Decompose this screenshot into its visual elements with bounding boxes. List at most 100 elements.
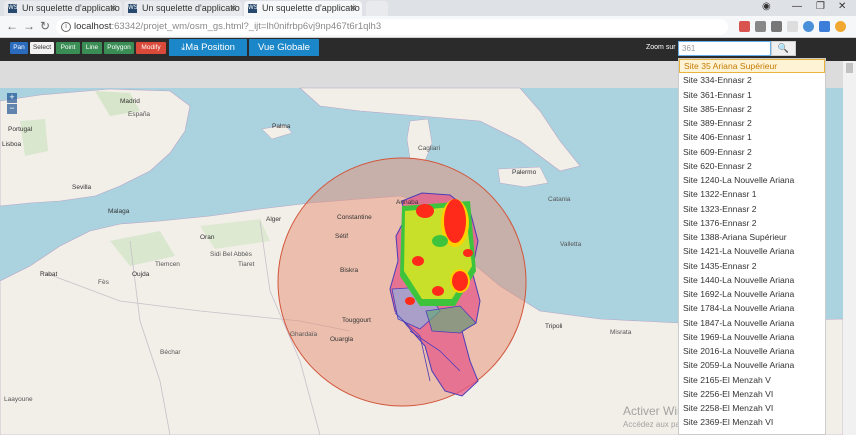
map-label: España <box>128 111 151 118</box>
webstorm-icon: WS <box>8 4 18 13</box>
map-label: Catania <box>548 196 571 203</box>
minimize-icon[interactable]: — <box>792 1 802 12</box>
bookmark-star-icon[interactable] <box>787 21 798 32</box>
map-label: Malaga <box>108 208 130 215</box>
point-button[interactable]: Point <box>56 42 80 54</box>
map-label: Lisboa <box>2 141 22 148</box>
url-path: :63342/projet_wm/osm_gs.html?_ijt=lh0nif… <box>111 21 382 32</box>
autocomplete-item[interactable]: Site 2258-El Menzah VI <box>679 401 825 415</box>
autocomplete-item[interactable]: Site 1323-Ennasr 2 <box>679 202 825 216</box>
browser-tab-3[interactable]: WS Un squelette d'applicatio ✕ <box>244 1 362 16</box>
browser-tab-2[interactable]: WS Un squelette d'applicatio ✕ <box>124 1 242 16</box>
vue-globale-button[interactable]: Vue Globale <box>249 39 319 56</box>
autocomplete-item[interactable]: Site 1376-Ennasr 2 <box>679 216 825 230</box>
webstorm-icon: WS <box>248 4 258 13</box>
autocomplete-item[interactable]: Site 1322-Ennasr 1 <box>679 187 825 201</box>
autocomplete-item[interactable]: Site 1847-La Nouvelle Ariana <box>679 316 825 330</box>
autocomplete-item[interactable]: Site 385-Ennasr 2 <box>679 102 825 116</box>
autocomplete-item[interactable]: Site 1435-Ennasr 2 <box>679 259 825 273</box>
autocomplete-item[interactable]: Site 2059-La Nouvelle Ariana <box>679 358 825 372</box>
page-scrollbar[interactable] <box>843 61 856 435</box>
new-tab-button[interactable] <box>366 1 388 16</box>
select-button[interactable]: Select <box>30 42 54 54</box>
url-host: localhost <box>74 21 112 32</box>
autocomplete-item[interactable]: Site 2427-El Menzah VI <box>679 430 825 435</box>
maximize-icon[interactable]: ❐ <box>816 1 825 12</box>
map-label: Valletta <box>560 241 582 248</box>
map-label: Tripoli <box>545 323 563 330</box>
info-icon[interactable]: i <box>61 22 71 32</box>
profile-icon[interactable]: ◉ <box>762 1 771 12</box>
autocomplete-item[interactable]: Site 406-Ennasr 1 <box>679 130 825 144</box>
autocomplete-item[interactable]: Site 334-Ennasr 2 <box>679 73 825 87</box>
close-icon[interactable]: ✕ <box>109 1 117 15</box>
tab-title: Un squelette d'applicatio <box>22 3 120 13</box>
autocomplete-item[interactable]: Site 1421-La Nouvelle Ariana <box>679 244 825 258</box>
autocomplete-item[interactable]: Site 2369-El Menzah VI <box>679 415 825 429</box>
zoom-label: Zoom sur <box>646 44 676 51</box>
window-close-icon[interactable]: ✕ <box>838 1 846 12</box>
autocomplete-item[interactable]: Site 2016-La Nouvelle Ariana <box>679 344 825 358</box>
map-label: Cagliari <box>418 145 441 152</box>
translate-icon[interactable] <box>739 21 750 32</box>
autocomplete-item[interactable]: Site 620-Ennasr 2 <box>679 159 825 173</box>
zoom-icon[interactable] <box>755 21 766 32</box>
line-button[interactable]: Line <box>82 42 102 54</box>
extension-icon[interactable] <box>771 21 782 32</box>
ma-position-label: Ma Position <box>185 42 235 53</box>
map-label: Annaba <box>396 199 419 206</box>
webstorm-icon: WS <box>128 4 138 13</box>
map-label: Ouargla <box>330 336 354 343</box>
map-label: Sevilla <box>72 184 92 191</box>
autocomplete-item[interactable]: Site 361-Ennasr 1 <box>679 88 825 102</box>
autocomplete-item[interactable]: Site 1692-La Nouvelle Ariana <box>679 287 825 301</box>
search-icon: 🔍 <box>777 43 790 53</box>
extension-icon[interactable] <box>803 21 814 32</box>
map-label: Misrata <box>610 329 632 336</box>
extension-icon[interactable] <box>819 21 830 32</box>
url-field[interactable]: i localhost:63342/projet_wm/osm_gs.html?… <box>56 19 728 35</box>
autocomplete-item[interactable]: Site 1969-La Nouvelle Ariana <box>679 330 825 344</box>
map-label: Sétif <box>335 233 349 240</box>
map-label: Tiaret <box>238 261 255 268</box>
map-label: Palermo <box>512 169 537 176</box>
pan-button[interactable]: Pan <box>10 42 28 54</box>
back-icon[interactable]: ← <box>6 19 18 33</box>
map-label: Alger <box>266 216 282 223</box>
autocomplete-item[interactable]: Site 389-Ennasr 2 <box>679 116 825 130</box>
map-label: Laayoune <box>4 396 33 403</box>
zoom-in-button[interactable]: + <box>7 93 17 103</box>
autocomplete-item[interactable]: Site 1388-Ariana Supérieur <box>679 230 825 244</box>
browser-tab-1[interactable]: WS Un squelette d'applicatio ✕ <box>4 1 122 16</box>
zoom-search-input[interactable]: 361 <box>678 41 771 56</box>
address-bar: ← → ↻ i localhost:63342/projet_wm/osm_gs… <box>0 16 856 38</box>
map-label: Oujda <box>132 271 150 278</box>
menu-icon[interactable] <box>835 21 846 32</box>
map-label: Biskra <box>340 267 359 274</box>
modify-button[interactable]: Modify <box>136 42 166 54</box>
scrollbar-thumb[interactable] <box>846 63 853 73</box>
zoom-out-button[interactable]: − <box>7 104 17 114</box>
autocomplete-item[interactable]: Site 1784-La Nouvelle Ariana <box>679 301 825 315</box>
forward-icon[interactable]: → <box>23 19 35 33</box>
browser-tab-bar: WS Un squelette d'applicatio ✕ WS Un squ… <box>0 0 856 16</box>
ma-position-button[interactable]: ⤓Ma Position <box>169 39 247 56</box>
map-label: Rabat <box>40 271 58 278</box>
autocomplete-item[interactable]: Site 2165-El Menzah V <box>679 373 825 387</box>
heatmap-layer <box>400 199 476 306</box>
close-icon[interactable]: ✕ <box>229 1 237 15</box>
search-button[interactable]: 🔍 <box>771 41 796 56</box>
close-icon[interactable]: ✕ <box>349 1 357 15</box>
autocomplete-item[interactable]: Site 1440-La Nouvelle Ariana <box>679 273 825 287</box>
map-label: Touggourt <box>342 317 371 324</box>
map-label: Madrid <box>120 98 140 105</box>
polygon-button[interactable]: Polygon <box>104 42 134 54</box>
map-label: Portugal <box>8 126 33 133</box>
map-label: Sidi Bel Abbès <box>210 251 252 258</box>
autocomplete-item[interactable]: Site 35 Ariana Supérieur <box>679 59 825 74</box>
autocomplete-item[interactable]: Site 2256-El Menzah VI <box>679 387 825 401</box>
autocomplete-item[interactable]: Site 1240-La Nouvelle Ariana <box>679 173 825 187</box>
autocomplete-item[interactable]: Site 609-Ennasr 2 <box>679 145 825 159</box>
reload-icon[interactable]: ↻ <box>40 19 50 33</box>
map-label: Fès <box>98 279 109 286</box>
